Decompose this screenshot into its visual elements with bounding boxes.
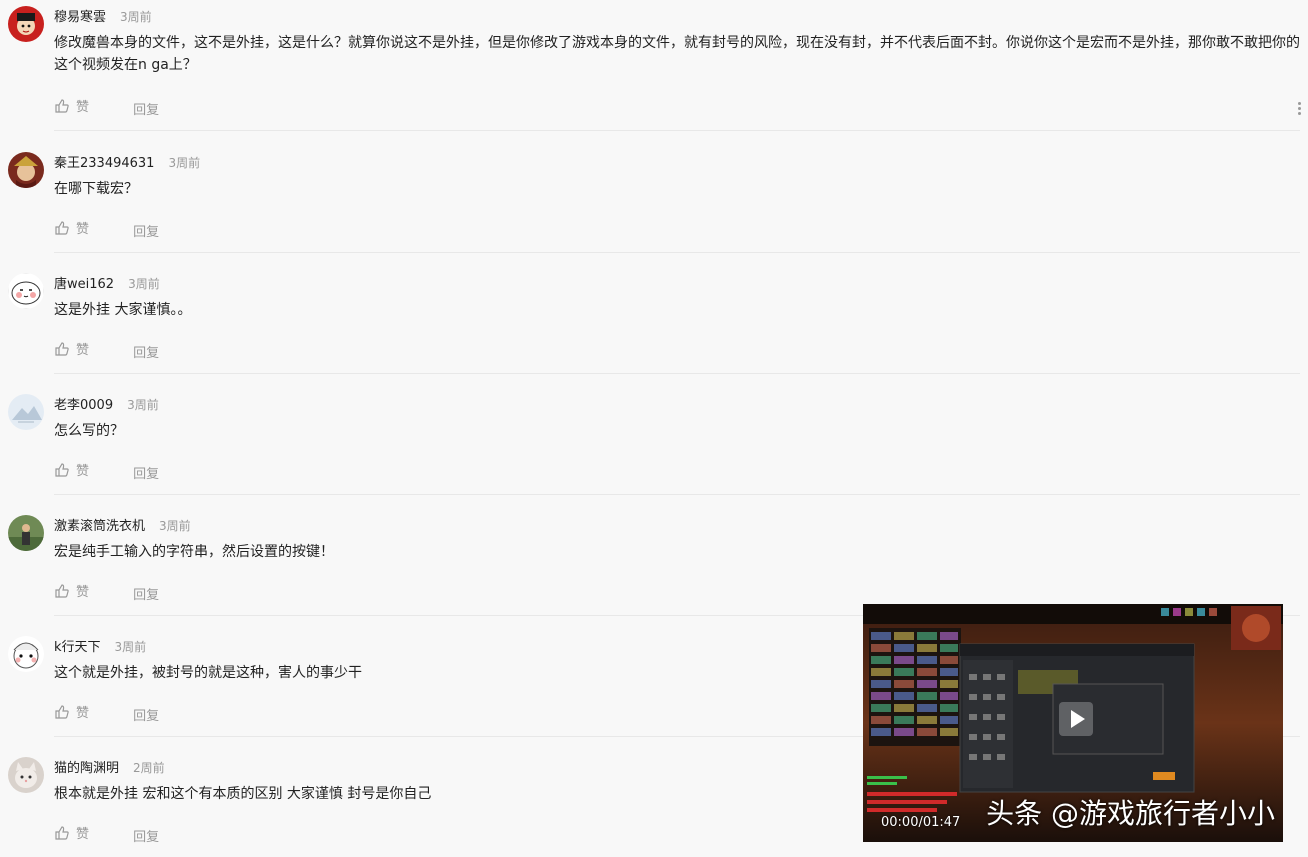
comment-actions: 赞 回复 (54, 96, 159, 118)
reply-button[interactable]: 回复 (133, 705, 159, 724)
divider (54, 252, 1300, 253)
comment-text: 这是外挂 大家谨慎。。 (54, 302, 192, 318)
comment-item: 秦王233494631 3周前 在哪下载宏？ 赞 回复 (0, 146, 1308, 253)
comment-item: 唐wei162 3周前 这是外挂 大家谨慎。。 赞 回复 (0, 267, 1308, 374)
comment-text: 怎么写的？ (54, 423, 124, 439)
comment-time: 3周前 (127, 398, 159, 412)
comment-actions: 赞 回复 (54, 702, 159, 724)
like-button[interactable]: 赞 (54, 218, 89, 237)
thumbs-up-icon (55, 825, 69, 840)
username[interactable]: 激素滚筒洗衣机 (54, 519, 145, 534)
username-row: k行天下 3周前 (54, 636, 146, 655)
like-button[interactable]: 赞 (54, 581, 89, 600)
comment-item: 激素滚筒洗衣机 3周前 宏是纯手工输入的字符串，然后设置的按键！ 赞 回复 (0, 509, 1308, 616)
divider (54, 494, 1300, 495)
like-label: 赞 (76, 222, 90, 237)
avatar[interactable] (8, 515, 44, 551)
thumbs-up-icon (55, 98, 69, 113)
avatar[interactable] (8, 273, 44, 309)
reply-button[interactable]: 回复 (133, 342, 159, 361)
comment-actions: 赞 回复 (54, 218, 159, 240)
like-label: 赞 (76, 343, 90, 358)
reply-button[interactable]: 回复 (133, 99, 159, 118)
thumbs-up-icon (55, 220, 69, 235)
comment-time: 3周前 (128, 277, 160, 291)
comment-time: 3周前 (159, 519, 191, 533)
comment-item: 穆易寒雲 3周前 修改魔兽本身的文件，这不是外挂，这是什么？就算你说这不是外挂，但… (0, 0, 1308, 131)
divider (54, 373, 1300, 374)
avatar[interactable] (8, 757, 44, 793)
like-label: 赞 (76, 464, 90, 479)
comment-time: 2周前 (133, 761, 165, 775)
like-label: 赞 (76, 100, 90, 115)
like-label: 赞 (76, 706, 90, 721)
username[interactable]: 唐wei162 (54, 277, 114, 292)
comment-actions: 赞 回复 (54, 581, 159, 603)
comment-actions: 赞 回复 (54, 823, 159, 845)
reply-button[interactable]: 回复 (133, 221, 159, 240)
comment-text: 修改魔兽本身的文件，这不是外挂，这是什么？就算你说这不是外挂，但是你修改了游戏本… (54, 35, 1300, 73)
comment-item: 老李0009 3周前 怎么写的？ 赞 回复 (0, 388, 1308, 495)
like-label: 赞 (76, 585, 90, 600)
more-vertical-icon[interactable] (1298, 100, 1302, 117)
comment-time: 3周前 (168, 156, 201, 170)
username-row: 猫的陶渊明 2周前 (54, 757, 165, 776)
username[interactable]: 猫的陶渊明 (54, 761, 119, 776)
reply-button[interactable]: 回复 (133, 584, 159, 603)
divider (54, 130, 1300, 131)
comment-text: 在哪下载宏？ (54, 181, 138, 197)
thumbs-up-icon (55, 704, 69, 719)
avatar[interactable] (8, 6, 44, 42)
like-button[interactable]: 赞 (54, 96, 89, 115)
comment-actions: 赞 回复 (54, 460, 159, 482)
like-button[interactable]: 赞 (54, 823, 89, 842)
like-button[interactable]: 赞 (54, 702, 89, 721)
comment-time: 3周前 (114, 640, 147, 654)
avatar[interactable] (8, 394, 44, 430)
username[interactable]: 秦王233494631 (54, 156, 154, 171)
play-icon[interactable] (1059, 702, 1093, 736)
username-row: 唐wei162 3周前 (54, 273, 160, 292)
username-row: 穆易寒雲 3周前 (54, 6, 152, 25)
video-player[interactable]: 00:00/01:47 头条 @游戏旅行者小小 (863, 604, 1283, 842)
like-label: 赞 (76, 827, 90, 842)
avatar[interactable] (8, 636, 44, 672)
username-row: 秦王233494631 3周前 (54, 152, 200, 171)
like-button[interactable]: 赞 (54, 460, 89, 479)
username[interactable]: 老李0009 (54, 398, 113, 413)
reply-button[interactable]: 回复 (133, 826, 159, 845)
username-row: 激素滚筒洗衣机 3周前 (54, 515, 191, 534)
comment-time: 3周前 (120, 10, 152, 24)
thumbs-up-icon (55, 462, 69, 477)
avatar[interactable] (8, 152, 44, 188)
comment-actions: 赞 回复 (54, 339, 159, 361)
like-button[interactable]: 赞 (54, 339, 89, 358)
username[interactable]: k行天下 (54, 640, 101, 655)
username[interactable]: 穆易寒雲 (54, 10, 106, 25)
video-timecode: 00:00/01:47 (881, 815, 961, 830)
thumbs-up-icon (55, 341, 69, 356)
comment-text: 宏是纯手工输入的字符串，然后设置的按键！ (54, 544, 334, 560)
reply-button[interactable]: 回复 (133, 463, 159, 482)
video-watermark: 头条 @游戏旅行者小小 (986, 797, 1275, 830)
username-row: 老李0009 3周前 (54, 394, 159, 413)
thumbs-up-icon (55, 583, 69, 598)
